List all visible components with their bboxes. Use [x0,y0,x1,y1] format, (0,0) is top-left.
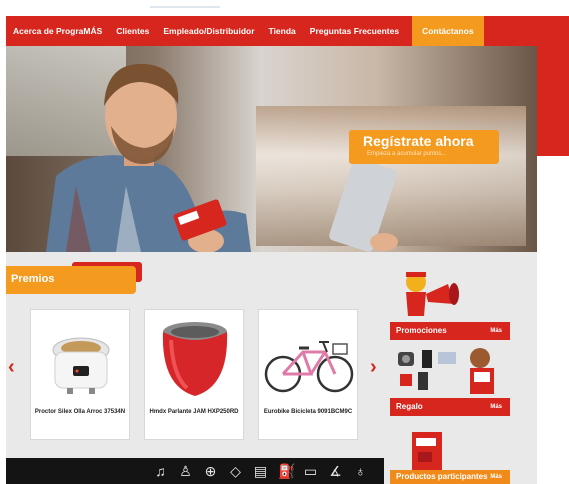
nav-item-acerca[interactable]: Acerca de PrograMÁS [6,16,109,46]
category-icon-bar: ♫ ♙ ⊕ ◇ ▤ ⛽ ▭ ∡ ♁ [6,458,384,484]
tag-icon[interactable]: ◇ [228,463,243,480]
productos-label: Productos participantes [396,472,488,481]
user-icon[interactable]: ♙ [178,463,193,480]
product-card-speaker[interactable]: Hmdx Parlante JAM HXP250RD [144,309,244,440]
product-card-rice-cooker[interactable]: Proctor Silex Olla Arroc 37534N [30,309,130,440]
regalo-link[interactable]: Regalo Más [390,398,510,416]
drink-icon[interactable]: ♁ [353,463,368,479]
main-navbar: Acerca de PrograMÁS Clientes Empleado/Di… [6,16,569,46]
nav-item-contactanos[interactable]: Contáctanos [412,16,484,46]
nav-item-tienda[interactable]: Tienda [262,16,303,46]
nav-item-preguntas[interactable]: Preguntas Frecuentes [303,16,406,46]
bicycle-icon [264,341,354,393]
productos-mas-link[interactable]: Más [490,470,502,484]
hero-side-accent [537,46,569,156]
premios-tab: Premios [6,266,136,294]
promociones-mascot-icon [406,272,459,316]
regalo-label: Regalo [396,402,423,411]
top-strip [0,0,569,16]
regalo-mas-link[interactable]: Más [490,398,502,416]
productos-box-icon [412,432,442,470]
globe-icon[interactable]: ⊕ [203,463,218,480]
nav-item-clientes[interactable]: Clientes [109,16,156,46]
product-name: Proctor Silex Olla Arroc 37534N [34,409,126,415]
promociones-link[interactable]: Promociones Más [390,322,510,340]
rice-cooker-icon [52,337,110,394]
carousel-prev-arrow[interactable]: ‹ [8,356,15,379]
tablet-illustration [329,158,398,252]
divider [150,6,220,8]
receipt-icon[interactable]: ▤ [253,463,268,480]
speaker-icon [162,322,228,396]
product-card-bicycle[interactable]: Eurobike Bicicleta 9091BCM9C [258,309,358,440]
music-icon[interactable]: ♫ [153,463,168,479]
regalo-gifts-icon [398,348,494,394]
shoe-icon[interactable]: ∡ [328,463,343,480]
register-title: Regístrate ahora [363,133,474,149]
register-subtitle: Empieza a acumular puntos... [367,151,447,157]
productos-participantes-link[interactable]: Productos participantes Más [390,470,510,484]
product-name: Hmdx Parlante JAM HXP250RD [149,409,239,415]
hero-person-illustration [46,63,251,252]
gas-icon[interactable]: ⛽ [278,463,295,480]
register-button[interactable]: Regístrate ahora Empieza a acumular punt… [349,130,499,164]
premios-title: Premios [11,273,55,285]
laptop-icon[interactable]: ▭ [303,463,318,480]
carousel-next-arrow[interactable]: › [370,356,377,379]
product-name: Eurobike Bicicleta 9091BCM9C [263,409,353,415]
nav-item-empleado[interactable]: Empleado/Distribuidor [156,16,261,46]
promociones-label: Promociones [396,326,447,335]
promociones-mas-link[interactable]: Más [490,322,502,340]
